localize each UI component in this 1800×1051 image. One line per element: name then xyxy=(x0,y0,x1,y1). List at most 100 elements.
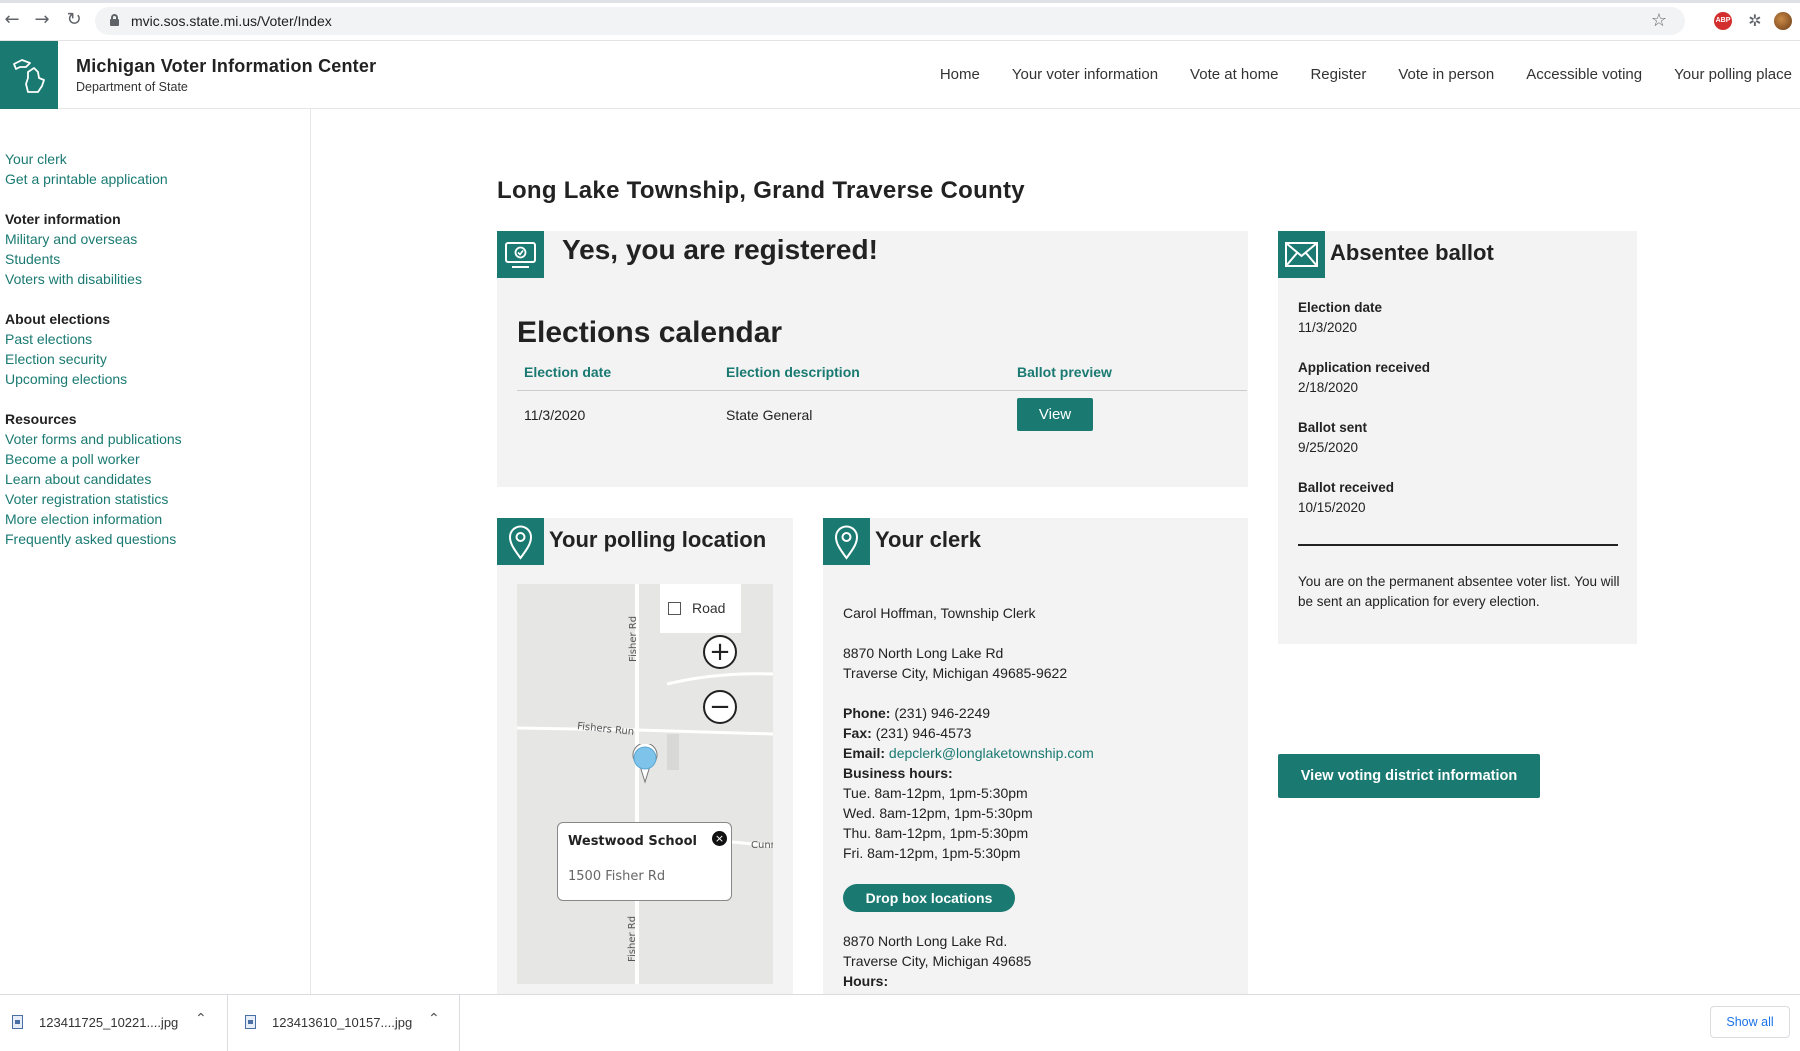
map-type-toggle[interactable]: Road xyxy=(660,584,741,633)
michigan-map-icon xyxy=(13,59,45,93)
registration-card-icon xyxy=(497,231,544,278)
clerk-name: Carol Hoffman, Township Clerk xyxy=(843,605,1036,621)
close-icon[interactable]: × xyxy=(712,831,727,846)
location-name: Westwood School xyxy=(568,834,697,849)
site-header: Michigan Voter Information Center Depart… xyxy=(0,41,1800,109)
adblock-extension-icon[interactable]: ABP xyxy=(1714,12,1732,30)
show-all-button[interactable]: Show all xyxy=(1710,1006,1790,1038)
clerk-heading: Your clerk xyxy=(875,527,981,552)
map-label-fisher-rd: Fisher Rd xyxy=(628,615,639,662)
dropbox-hours-label: Hours: xyxy=(843,973,889,989)
absentee-ballot-received: Ballot received 10/15/2020 xyxy=(1298,480,1395,515)
absentee-ballot-card: Absentee ballot Election date 11/3/2020 A… xyxy=(1278,231,1637,644)
absentee-application-received: Application received 2/18/2020 xyxy=(1298,360,1431,395)
nav-register[interactable]: Register xyxy=(1310,66,1366,83)
polling-card-icon xyxy=(497,518,544,565)
map-pin-icon xyxy=(834,525,859,560)
elections-calendar-title: Elections calendar xyxy=(517,316,783,349)
nav-home[interactable]: Home xyxy=(940,66,980,83)
monitor-check-icon xyxy=(505,242,536,268)
map-pin-icon xyxy=(508,525,533,560)
back-icon[interactable]: ← xyxy=(2,10,22,30)
polling-map[interactable]: Fisher Rd Fishers Run Cunn Fisher Rd Roa… xyxy=(517,584,773,984)
chevron-up-icon[interactable]: ⌃ xyxy=(195,1011,207,1027)
sidebar-heading: About elections xyxy=(5,311,111,327)
sidebar-group-resources: Resources Voter forms and publications B… xyxy=(5,409,182,549)
election-date-cell: 11/3/2020 xyxy=(524,407,586,423)
top-nav: Home Your voter information Vote at home… xyxy=(908,66,1792,83)
extensions-puzzle-icon[interactable]: ✲ xyxy=(1746,12,1764,30)
location-marker-icon[interactable] xyxy=(631,744,659,784)
nav-vote-at-home[interactable]: Vote at home xyxy=(1190,66,1278,83)
download-item[interactable]: 123413610_10157....jpg ⌃ xyxy=(233,995,460,1051)
clerk-phone: Phone: (231) 946-2249 xyxy=(843,703,990,723)
dropbox-address-line1: 8870 North Long Lake Rd. xyxy=(843,933,1008,949)
sidebar-link-registration-stats[interactable]: Voter registration statistics xyxy=(5,489,182,509)
view-voting-district-button[interactable]: View voting district information xyxy=(1278,754,1540,798)
sidebar-group-voter-information: Voter information Military and overseas … xyxy=(5,209,142,289)
absentee-ballot-sent: Ballot sent 9/25/2020 xyxy=(1298,420,1368,455)
lock-icon xyxy=(110,14,119,26)
sidebar-link-faq[interactable]: Frequently asked questions xyxy=(5,529,182,549)
absentee-election-date: Election date 11/3/2020 xyxy=(1298,300,1383,335)
sidebar-link-upcoming-elections[interactable]: Upcoming elections xyxy=(5,369,127,389)
nav-accessible-voting[interactable]: Accessible voting xyxy=(1526,66,1642,83)
column-header-ballot-preview: Ballot preview xyxy=(1017,364,1112,380)
zoom-out-button[interactable]: − xyxy=(703,690,737,724)
chevron-up-icon[interactable]: ⌃ xyxy=(428,1011,440,1027)
sidebar-link-candidates[interactable]: Learn about candidates xyxy=(5,469,182,489)
sidebar-link-students[interactable]: Students xyxy=(5,249,142,269)
bookmark-star-icon[interactable]: ☆ xyxy=(1651,10,1667,31)
clerk-address-line1: 8870 North Long Lake Rd xyxy=(843,645,1004,661)
profile-avatar[interactable] xyxy=(1774,12,1792,30)
nav-your-voter-information[interactable]: Your voter information xyxy=(1012,66,1158,83)
forward-icon[interactable]: → xyxy=(32,10,52,30)
fax-value: (231) 946-4573 xyxy=(875,725,972,741)
hours-row: Tue. 8am-12pm, 1pm-5:30pm xyxy=(843,785,1028,801)
sidebar-link-your-clerk[interactable]: Your clerk xyxy=(5,149,168,169)
sidebar-link-disabilities[interactable]: Voters with disabilities xyxy=(5,269,142,289)
page-title: Long Lake Township, Grand Traverse Count… xyxy=(497,177,1025,204)
clerk-card-icon xyxy=(823,518,870,565)
hours-row: Thu. 8am-12pm, 1pm-5:30pm xyxy=(843,825,1029,841)
sidebar-link-poll-worker[interactable]: Become a poll worker xyxy=(5,449,182,469)
url-text[interactable]: mvic.sos.state.mi.us/Voter/Index xyxy=(131,13,332,29)
sidebar: Your clerk Get a printable application V… xyxy=(0,109,311,994)
download-filename: 123413610_10157....jpg xyxy=(272,1015,413,1030)
reload-icon[interactable]: ↻ xyxy=(64,10,84,30)
tab-strip xyxy=(0,0,1800,3)
absentee-heading: Absentee ballot xyxy=(1330,240,1494,265)
map-label-fisher-rd-south: Fisher Rd xyxy=(627,915,638,962)
location-address: 1500 Fisher Rd xyxy=(568,869,666,884)
map-type-icon xyxy=(668,602,681,615)
drop-box-locations-button[interactable]: Drop box locations xyxy=(843,884,1015,912)
sidebar-link-past-elections[interactable]: Past elections xyxy=(5,329,127,349)
business-hours-label: Business hours: xyxy=(843,765,953,781)
nav-vote-in-person[interactable]: Vote in person xyxy=(1398,66,1494,83)
polling-location-heading: Your polling location xyxy=(549,527,767,552)
sidebar-link-election-security[interactable]: Election security xyxy=(5,349,127,369)
location-popup: Westwood School × 1500 Fisher Rd xyxy=(557,822,732,901)
column-header-election-date: Election date xyxy=(524,364,612,380)
view-ballot-button[interactable]: View xyxy=(1017,398,1093,431)
download-item[interactable]: 123411725_10221....jpg ⌃ xyxy=(0,995,228,1051)
clerk-card: Your clerk Carol Hoffman, Township Clerk… xyxy=(823,518,1248,994)
email-link[interactable]: depclerk@longlaketownship.com xyxy=(889,745,1094,761)
browser-toolbar: ← → ↻ mvic.sos.state.mi.us/Voter/Index ☆… xyxy=(0,0,1800,41)
nav-your-polling-place[interactable]: Your polling place xyxy=(1674,66,1792,83)
sidebar-link-printable-application[interactable]: Get a printable application xyxy=(5,169,168,189)
sidebar-heading: Resources xyxy=(5,411,77,427)
sidebar-group-about-elections: About elections Past elections Election … xyxy=(5,309,127,389)
polling-location-card: Your polling location Fisher Rd Fishers … xyxy=(497,518,793,994)
download-filename: 123411725_10221....jpg xyxy=(39,1015,179,1030)
sidebar-link-military[interactable]: Military and overseas xyxy=(5,229,142,249)
download-bar: 123411725_10221....jpg ⌃ 123413610_10157… xyxy=(0,994,1800,1051)
michigan-logo[interactable] xyxy=(0,41,58,109)
site-title[interactable]: Michigan Voter Information Center xyxy=(76,56,376,77)
hours-row: Wed. 8am-12pm, 1pm-5:30pm xyxy=(843,805,1033,821)
address-bar[interactable]: mvic.sos.state.mi.us/Voter/Index ☆ xyxy=(95,7,1685,35)
divider xyxy=(1298,544,1618,546)
sidebar-link-forms[interactable]: Voter forms and publications xyxy=(5,429,182,449)
sidebar-link-more-info[interactable]: More election information xyxy=(5,509,182,529)
zoom-in-button[interactable]: + xyxy=(703,635,737,669)
